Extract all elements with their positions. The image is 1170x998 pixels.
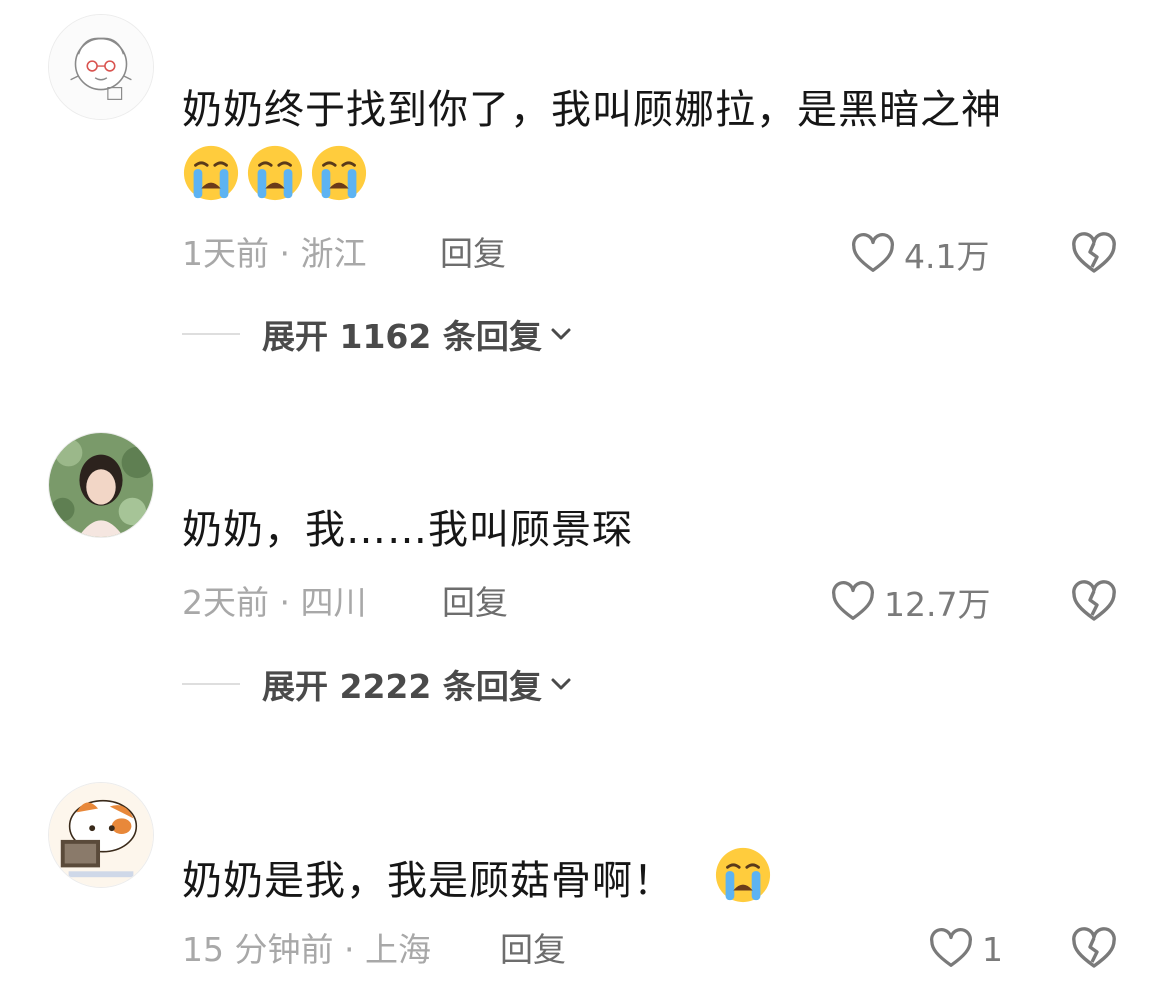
expand-replies-button[interactable]: 展开 1162 条回复 [182, 312, 574, 356]
comment-text-content: 奶奶是我，我是顾菇骨啊！ [182, 858, 674, 904]
comment-text: 奶奶，我……我叫顾景琛 [182, 507, 633, 553]
heart-outline-icon [830, 579, 876, 625]
avatar[interactable] [48, 782, 154, 888]
comment-text: 奶奶终于找到你了，我叫顾娜拉，是黑暗之神 [182, 76, 1082, 213]
like-button[interactable]: 1 [928, 925, 1003, 973]
heart-outline-icon [850, 231, 896, 277]
divider [182, 333, 240, 335]
like-count: 4.1万 [904, 237, 990, 276]
expand-replies-label: 展开 2222 条回复 [262, 667, 542, 706]
broken-heart-icon[interactable] [1070, 578, 1118, 626]
chevron-down-icon [548, 671, 574, 697]
chevron-down-icon [548, 321, 574, 347]
loudly-crying-face-icon [714, 846, 772, 904]
loudly-crying-face-icon [246, 144, 304, 202]
broken-heart-icon[interactable] [1070, 925, 1118, 973]
avatar[interactable] [48, 14, 154, 120]
heart-outline-icon [928, 926, 974, 972]
like-count: 1 [982, 929, 1003, 969]
reply-button[interactable]: 回复 [442, 581, 508, 625]
expand-replies-button[interactable]: 展开 2222 条回复 [182, 662, 574, 706]
like-button[interactable]: 4.1万 [850, 230, 989, 278]
comment-meta: 15 分钟前 · 上海 [182, 930, 431, 969]
loudly-crying-face-icon [182, 144, 240, 202]
comment-text-content: 奶奶终于找到你了，我叫顾娜拉，是黑暗之神 [182, 87, 1002, 133]
divider [182, 683, 240, 685]
broken-heart-icon[interactable] [1070, 230, 1118, 278]
loudly-crying-face-icon [310, 144, 368, 202]
reply-button[interactable]: 回复 [500, 928, 566, 972]
comment-meta: 2天前 · 四川 [182, 583, 367, 622]
reply-button[interactable]: 回复 [440, 232, 506, 276]
comment-meta: 1天前 · 浙江 [182, 234, 367, 273]
like-button[interactable]: 12.7万 [830, 578, 990, 626]
avatar[interactable] [48, 432, 154, 538]
comment-text: 奶奶是我，我是顾菇骨啊！ [182, 846, 1082, 915]
like-count: 12.7万 [884, 585, 991, 624]
expand-replies-label: 展开 1162 条回复 [262, 317, 542, 356]
